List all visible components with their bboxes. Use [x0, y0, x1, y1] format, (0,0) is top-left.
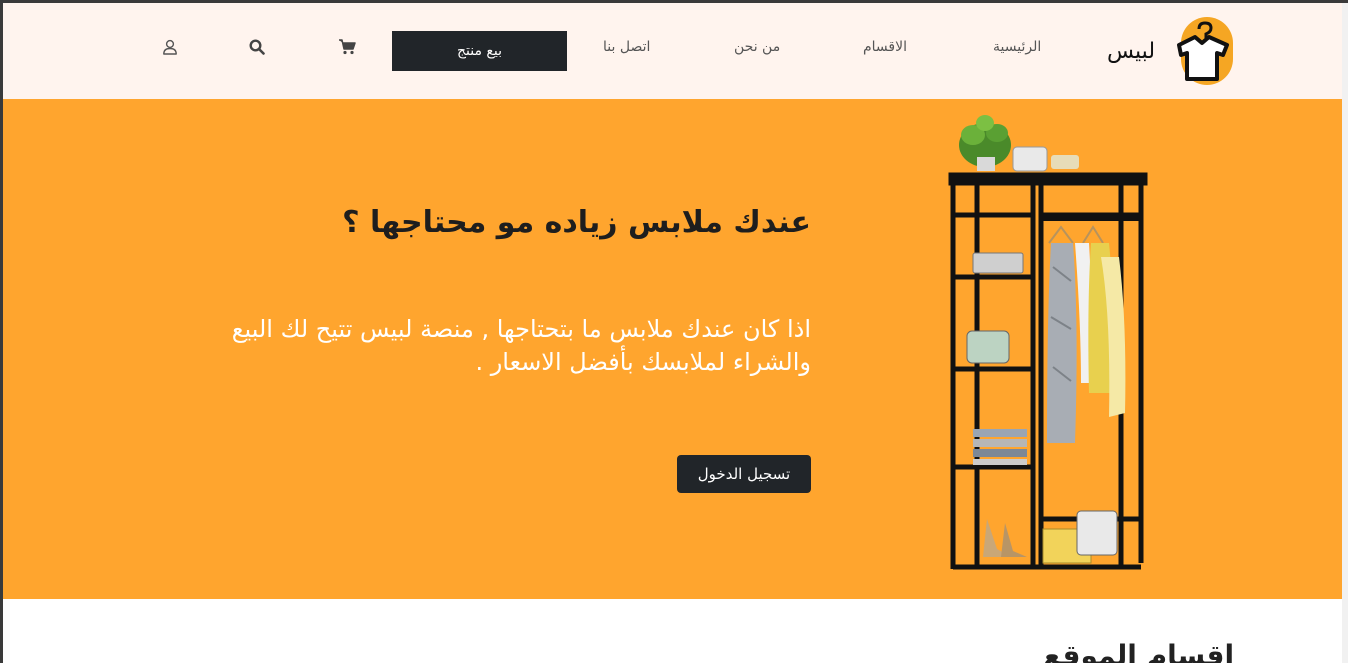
nav-contact[interactable]: اتصل بنا [603, 39, 650, 55]
site-logo[interactable]: لبيس [1105, 15, 1233, 89]
cart-icon[interactable] [336, 36, 358, 58]
site-sections-title: اقسام الموقع [1043, 639, 1235, 663]
sell-product-button[interactable]: بيع منتج [392, 31, 567, 71]
hero-title: عندك ملابس زياده مو محتاجها ؟ [342, 205, 811, 240]
logo-text: لبيس [1107, 39, 1156, 64]
nav-about[interactable]: من نحن [734, 39, 780, 55]
hero-description: اذا كان عندك ملابس ما بتحتاجها , منصة لب… [231, 315, 811, 376]
user-icon[interactable] [159, 36, 181, 58]
hanger-shirt-icon [1177, 21, 1229, 81]
page-viewport: لبيس الرئيسية الاقسام من نحن اتصل بنا بي… [3, 3, 1342, 663]
login-button[interactable]: تسجيل الدخول [677, 455, 811, 493]
clothes-rack-image [948, 115, 1148, 570]
nav-home[interactable]: الرئيسية [993, 39, 1041, 55]
site-header: لبيس الرئيسية الاقسام من نحن اتصل بنا بي… [3, 3, 1342, 99]
hero-section: عندك ملابس زياده مو محتاجها ؟ اذا كان عن… [3, 99, 1342, 599]
scrollbar[interactable] [1342, 3, 1348, 663]
nav-categories[interactable]: الاقسام [863, 39, 907, 55]
plant-icon [959, 115, 1011, 171]
search-icon[interactable] [246, 36, 268, 58]
